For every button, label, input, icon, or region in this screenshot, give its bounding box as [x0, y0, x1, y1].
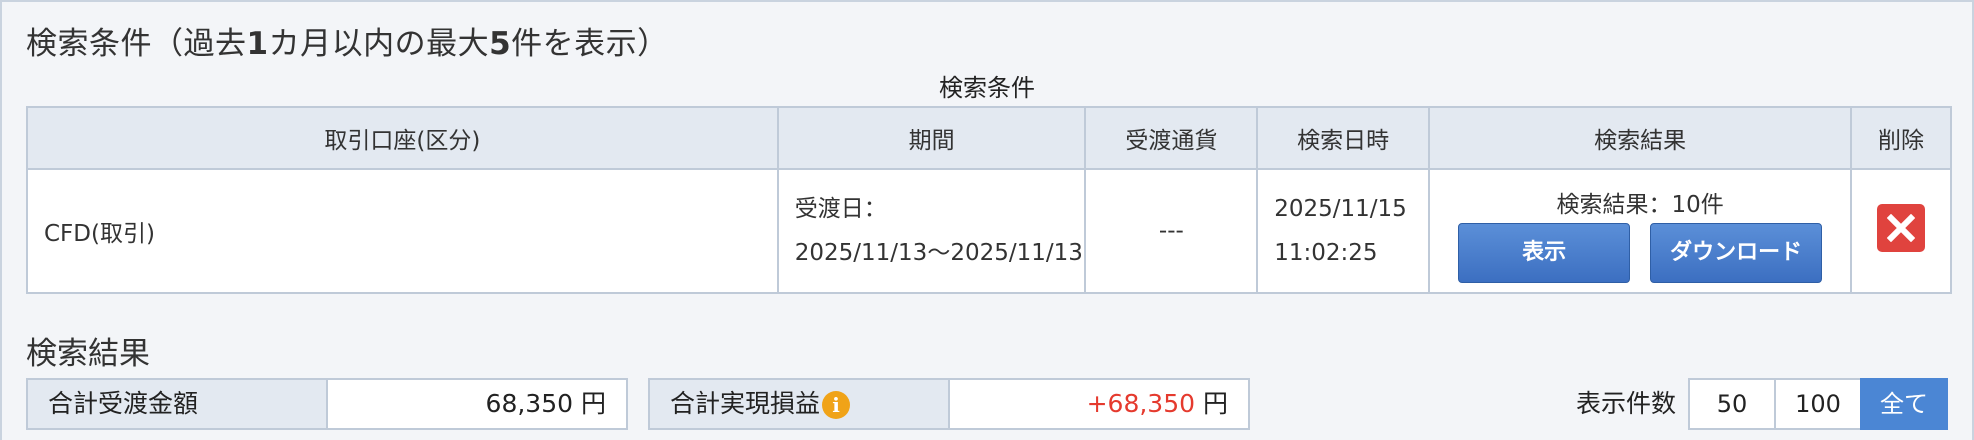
col-header-search-datetime: 検索日時 [1256, 106, 1431, 170]
col-header-account: 取引口座(区分) [26, 106, 779, 170]
total-delivery-value: 68,350 円 [326, 378, 628, 430]
display-count-100-button[interactable]: 100 [1774, 378, 1862, 430]
search-conditions-heading: 検索条件（過去1カ月以内の最大5件を表示） [26, 26, 669, 62]
search-date: 2025/11/15 [1274, 196, 1407, 222]
display-count-all-button[interactable]: 全て [1860, 378, 1948, 430]
period-value: 2025/11/13〜2025/11/13 [794, 240, 1083, 266]
result-count-text: 検索結果：10件 [1556, 192, 1724, 218]
table-header-row: 取引口座(区分) 期間 受渡通貨 検索日時 検索結果 削除 [26, 106, 1952, 170]
col-header-search-result: 検索結果 [1428, 106, 1853, 170]
col-header-period: 期間 [776, 106, 1087, 170]
total-pl-label-box: 合計実現損益 i [648, 378, 950, 430]
total-delivery-unit: 円 [580, 389, 606, 418]
cell-period: 受渡日： 2025/11/13〜2025/11/13 [776, 168, 1087, 294]
display-count-label: 表示件数 [1576, 389, 1677, 418]
display-count-50-button[interactable]: 50 [1688, 378, 1776, 430]
result-button-row: 表示 ダウンロード [1431, 223, 1849, 283]
total-pl-amount: +68,350 [1086, 389, 1196, 418]
cell-search-result: 検索結果：10件 表示 ダウンロード [1428, 168, 1853, 294]
delete-button[interactable] [1877, 204, 1926, 252]
total-pl-value: +68,350 円 [948, 378, 1250, 430]
total-delivery-amount: 68,350 [485, 389, 574, 418]
table-row: CFD(取引) 受渡日： 2025/11/13〜2025/11/13 --- 2… [26, 168, 1952, 294]
total-pl-unit: 円 [1202, 389, 1228, 418]
conditions-table-caption: 検索条件 [939, 74, 1035, 102]
show-button[interactable]: 表示 [1458, 223, 1631, 283]
search-conditions-table: 取引口座(区分) 期間 受渡通貨 検索日時 検索結果 削除 CFD(取引) 受渡… [26, 106, 1952, 294]
close-icon [1887, 214, 1916, 242]
cell-currency: --- [1084, 168, 1259, 294]
search-panel: 検索条件（過去1カ月以内の最大5件を表示） 検索条件 取引口座(区分) 期間 受… [0, 0, 1974, 440]
search-time: 11:02:25 [1274, 240, 1378, 266]
download-button[interactable]: ダウンロード [1650, 223, 1823, 283]
col-header-delete: 削除 [1850, 106, 1952, 170]
cell-search-datetime: 2025/11/15 11:02:25 [1256, 168, 1431, 294]
cell-account: CFD(取引) [26, 168, 779, 294]
col-header-currency: 受渡通貨 [1084, 106, 1259, 170]
period-label: 受渡日： [794, 196, 887, 222]
total-delivery-label: 合計受渡金額 [26, 378, 328, 430]
total-pl-label: 合計実現損益 [670, 389, 821, 418]
cell-delete [1850, 168, 1952, 294]
search-results-heading: 検索結果 [26, 336, 150, 372]
info-icon[interactable]: i [822, 391, 851, 419]
